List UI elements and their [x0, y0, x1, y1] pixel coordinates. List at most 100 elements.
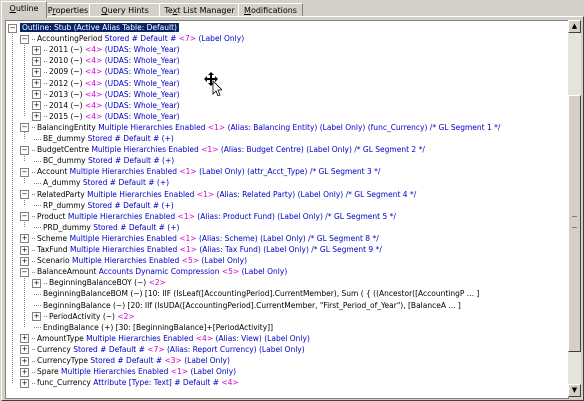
expand-icon[interactable]: +: [32, 67, 41, 77]
tree-node[interactable]: + Spare Multiple Hierarchies Enabled <1> …: [20, 366, 236, 377]
expand-icon[interactable]: +: [32, 79, 41, 88]
tree-connector: [34, 305, 41, 306]
expand-icon[interactable]: +: [32, 45, 41, 55]
tab-modifications[interactable]: Modifications: [238, 3, 303, 17]
vertical-scrollbar[interactable]: ▲ ▼: [568, 20, 581, 397]
expand-icon[interactable]: +: [32, 278, 41, 288]
tree-connector: [34, 227, 41, 229]
tree-node[interactable]: BC_dummy Stored # Default # (+): [32, 155, 174, 166]
tree-node[interactable]: EndingBalance (+) [30: [BeginningBalance…: [32, 322, 273, 333]
node-text: Stored # Default #: [90, 356, 165, 365]
node-text: <5>: [181, 256, 200, 266]
node-text: <4>: [85, 89, 103, 99]
expand-icon[interactable]: +: [32, 56, 41, 66]
scroll-thumb[interactable]: [568, 95, 581, 352]
tree-node[interactable]: BeginningBalanceBOM (~) [10: IIF (IsLeaf…: [32, 288, 479, 299]
tree-node[interactable]: + BeginningBalanceBOY (~) <2>: [32, 277, 166, 288]
node-text: <3>: [164, 356, 182, 365]
tree-connector: [32, 349, 35, 351]
tree-connector: [44, 116, 47, 118]
tree-node[interactable]: + AmountType Multiple Hierarchies Enabled…: [20, 333, 310, 344]
outline-tree[interactable]: − Outline: Stub (Active Alias Table: Defa…: [5, 20, 569, 399]
tree-node[interactable]: − Account Multiple Hierarchies Enabled <1…: [20, 166, 380, 177]
tree-node[interactable]: + CurrencyType Stored # Default # <3> (La…: [20, 355, 230, 366]
tree-node[interactable]: − BalanceAmount Accounts Dynamic Compress…: [20, 266, 287, 277]
node-text: (Alias: Tax Fund) (Label Only) /* GL Seg…: [196, 245, 382, 254]
tab-properties[interactable]: Properties: [45, 3, 91, 17]
tree-connector: [32, 249, 35, 251]
tree-guide-line: [24, 220, 25, 228]
expand-icon[interactable]: +: [20, 356, 29, 366]
expand-icon[interactable]: +: [20, 345, 29, 355]
tree-node[interactable]: − Outline: Stub (Active Alias Table: Defa…: [8, 22, 179, 33]
tree-node[interactable]: + PeriodActivity (~) <2>: [32, 311, 135, 322]
node-text: Multiple Hierarchies Enabled: [91, 145, 202, 155]
tree-node[interactable]: +2012 (~) <4> (UDAS: Whole_Year): [32, 78, 180, 89]
tree-node[interactable]: + Scheme Multiple Hierarchies Enabled <1>…: [20, 233, 379, 244]
tree-node[interactable]: − Product Multiple Hierarchies Enabled <1…: [20, 211, 396, 222]
tree-node[interactable]: − AccountingPeriod Stored # Default # <7>…: [20, 33, 244, 44]
node-text: 2011 (~): [49, 45, 85, 55]
tab-label-post: uery Hints: [107, 6, 149, 15]
tree-node[interactable]: PRD_dummy Stored # Default # (+): [32, 222, 179, 233]
tree-connector: [44, 71, 47, 73]
tree-node[interactable]: + Scenario Multiple Hierarchies Enabled <…: [20, 255, 247, 266]
node-text: EndingBalance (+) [30: [BeginningBalance…: [43, 322, 274, 332]
expand-icon[interactable]: +: [20, 234, 29, 244]
node-text: Account: [37, 167, 70, 177]
node-text: Stored # Default # (+): [82, 178, 170, 188]
node-text: Stored # Default #: [73, 344, 148, 354]
tree-node[interactable]: +2014 (~) <4> (UDAS: Whole_Year): [32, 100, 180, 111]
tree-node[interactable]: + TaxFund Multiple Hierarchies Enabled <1…: [20, 244, 382, 255]
tree-node[interactable]: +2009 (~) <4> (UDAS: Whole_Year): [32, 66, 180, 77]
tree-node[interactable]: +2011 (~) <4> (UDAS: Whole_Year): [32, 44, 180, 55]
expand-icon[interactable]: +: [32, 90, 41, 100]
tab-text-list-manager[interactable]: Text List Manager: [159, 3, 240, 17]
node-text: Scenario: [37, 256, 72, 266]
expand-icon[interactable]: +: [20, 334, 29, 344]
node-text: Multiple Hierarchies Enabled: [87, 189, 197, 199]
tree-node[interactable]: RP_dummy Stored # Default # (+): [32, 200, 174, 211]
node-text: BC_dummy: [43, 156, 88, 166]
node-text: (Alias: Product Fund) (Label Only) /* GL…: [194, 211, 396, 221]
node-text: <1>: [196, 189, 215, 199]
scroll-down-button[interactable]: ▼: [568, 384, 581, 397]
tree-node[interactable]: +2015 (~) <4> (UDAS: Whole_Year): [32, 111, 180, 122]
outline-panel: − Outline: Stub (Active Alias Table: Defa…: [1, 16, 584, 401]
node-text: <2>: [148, 278, 166, 288]
tree-node[interactable]: − BudgetCentre Multiple Hierarchies Enabl…: [20, 144, 425, 155]
expand-icon[interactable]: +: [20, 256, 29, 266]
node-text: <1>: [207, 122, 226, 132]
tree-node[interactable]: BE_dummy Stored # Default # (+): [32, 133, 174, 144]
expand-icon[interactable]: +: [20, 367, 29, 377]
node-text: <1>: [170, 367, 189, 377]
expand-icon[interactable]: +: [32, 312, 41, 322]
tab-outline[interactable]: Outline: [1, 1, 47, 18]
tree-node[interactable]: + func_Currency Attribute [Type: Text] # …: [20, 377, 239, 388]
node-text: Stored # Default # (+): [87, 156, 175, 166]
move-cursor-icon: [204, 72, 222, 96]
tab-query-hints[interactable]: Query Hints: [89, 3, 161, 17]
tree-connector: [34, 182, 41, 184]
expand-icon[interactable]: +: [20, 245, 29, 255]
tree-node[interactable]: +2010 (~) <4> (UDAS: Whole_Year): [32, 55, 180, 66]
node-text: Stored # Default # (+): [87, 134, 174, 143]
tree-connector: [32, 338, 35, 340]
tree-node[interactable]: + Currency Stored # Default # <7> (Alias:…: [20, 344, 305, 355]
tree-node[interactable]: +2013 (~) <4> (UDAS: Whole_Year): [32, 89, 180, 100]
expand-icon[interactable]: +: [20, 378, 29, 388]
node-text: (Alias: Budget Centre) (Label Only) /* G…: [218, 145, 425, 155]
expand-icon[interactable]: +: [32, 101, 41, 111]
tree-connector: [44, 83, 47, 84]
tree-node[interactable]: − BalancingEntity Multiple Hierarchies En…: [20, 122, 500, 133]
node-text: <4>: [85, 100, 103, 110]
expand-icon[interactable]: +: [32, 112, 41, 122]
scroll-up-button[interactable]: ▲: [568, 20, 581, 33]
tree-node[interactable]: BeginningBalance (~) [20: IIf (IsUDA([Ac…: [32, 300, 461, 311]
node-text: (Label Only): [199, 256, 248, 266]
tree-node[interactable]: A_dummy Stored # Default # (+): [32, 177, 169, 188]
tab-label-pre: Te: [164, 6, 173, 15]
node-text: 2010 (~): [49, 56, 85, 66]
tree-connector: [44, 94, 47, 96]
tree-node[interactable]: − RelatedParty Multiple Hierarchies Enabl…: [20, 189, 416, 200]
